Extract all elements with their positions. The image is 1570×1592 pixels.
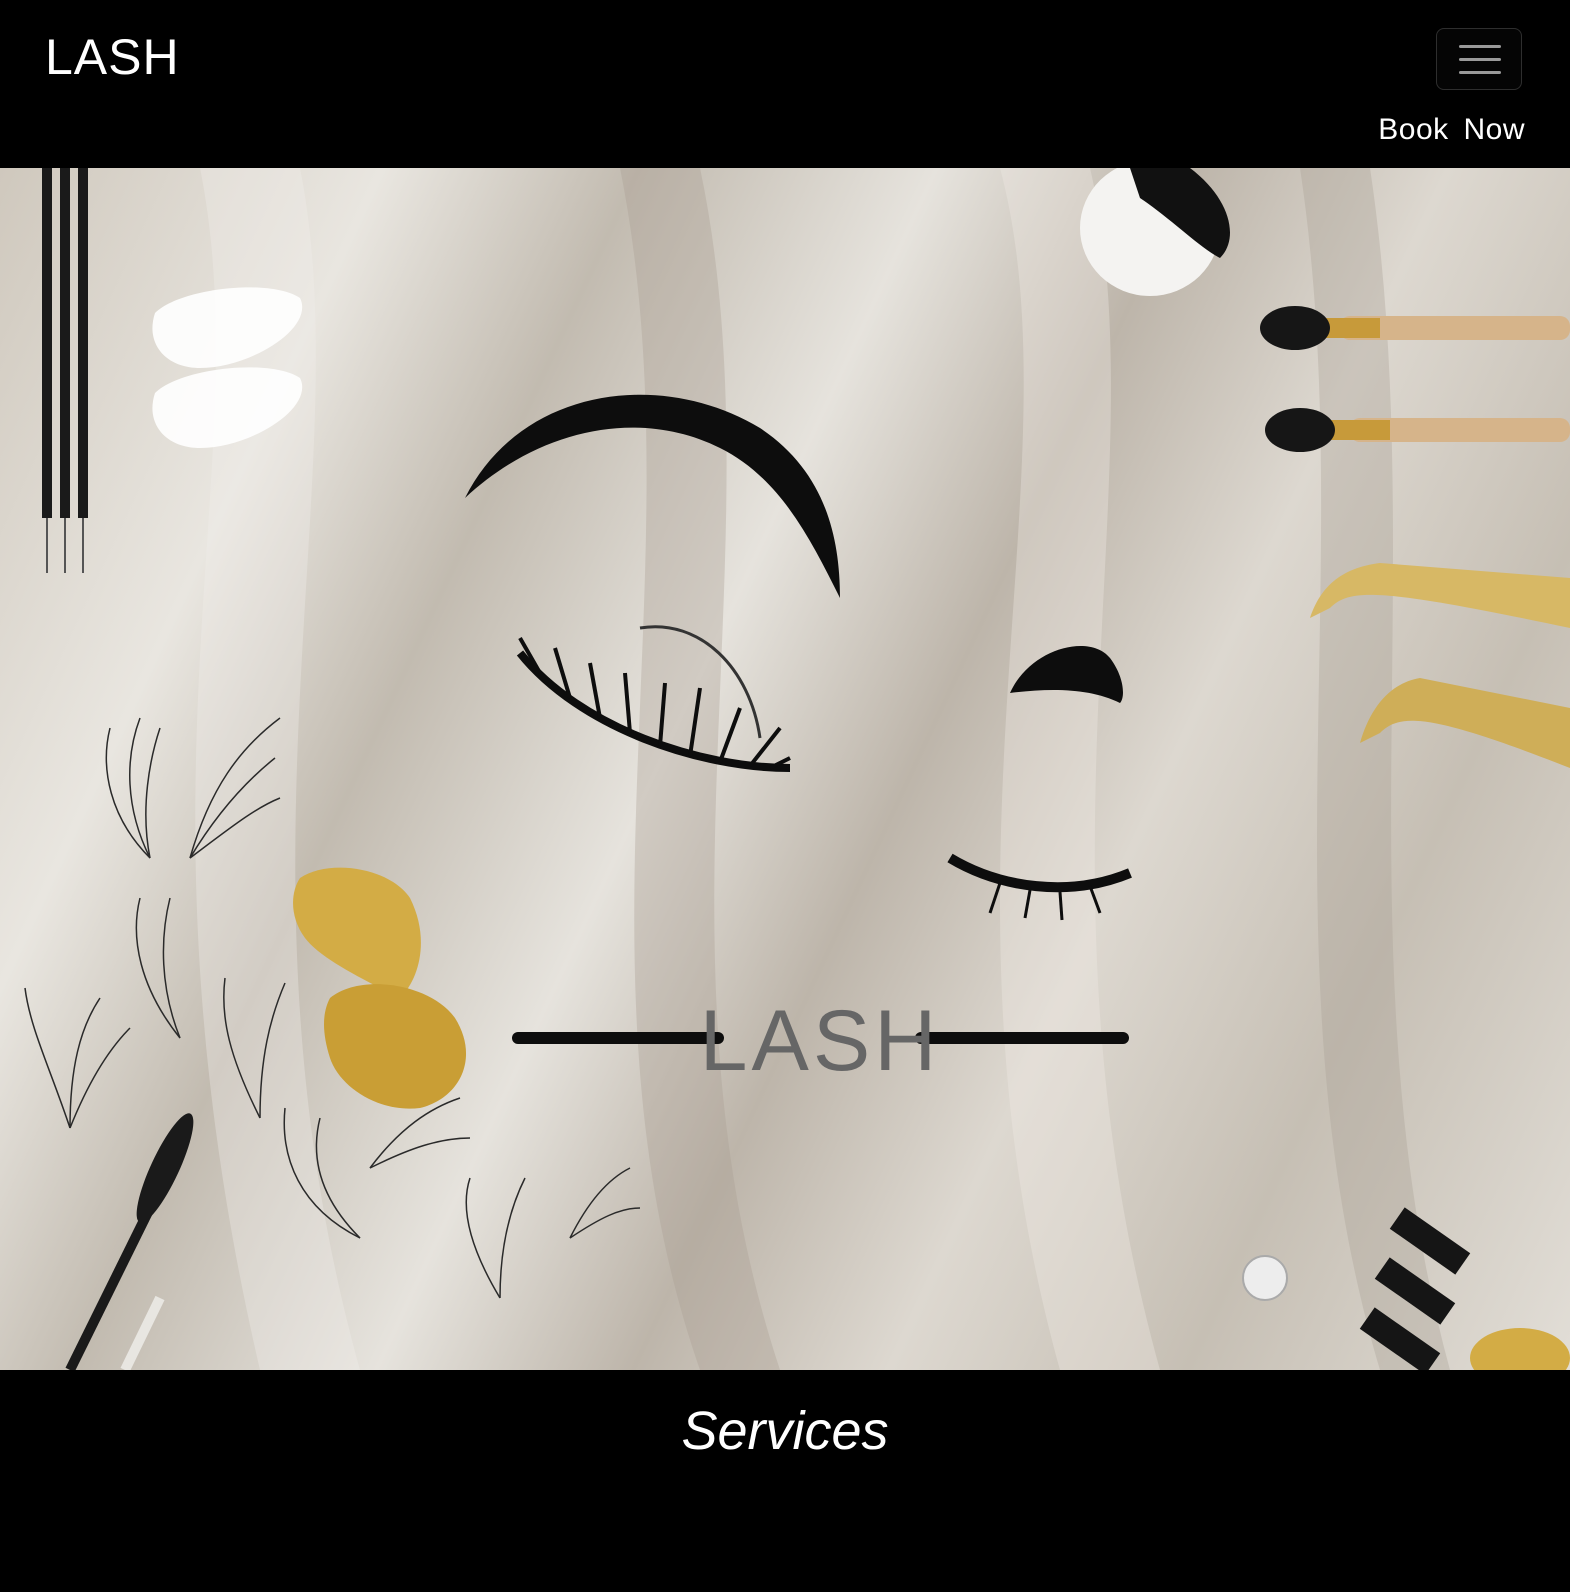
fabric-folds (195, 168, 1450, 1370)
navbar: LASH Book Now (0, 0, 1570, 168)
hamburger-menu-icon-line (1459, 58, 1501, 61)
menu-toggle-button[interactable] (1436, 28, 1522, 90)
mascara-wand-icon (65, 1113, 194, 1370)
services-section: Services (0, 1370, 1570, 1592)
hero-logo-text: LASH (700, 993, 941, 1089)
gel-pad-icon (1080, 168, 1230, 296)
book-now-link[interactable]: Book Now (1378, 113, 1525, 147)
brand-logo[interactable]: LASH (45, 28, 180, 86)
hero-banner-image: LASH (0, 168, 1570, 1370)
hamburger-menu-icon (1459, 45, 1501, 48)
spoolie-brushes-icon (1260, 306, 1570, 452)
hero-illustration: LASH (24, 168, 1570, 1370)
page: LASH Book Now LASH Services (0, 0, 1570, 1592)
gold-eye-pads-icon (293, 867, 467, 1109)
hamburger-menu-icon-line (1459, 71, 1501, 74)
services-heading: Services (681, 1401, 889, 1461)
lash-wands-icon (42, 168, 88, 573)
lash-trays-icon (1242, 1207, 1570, 1370)
